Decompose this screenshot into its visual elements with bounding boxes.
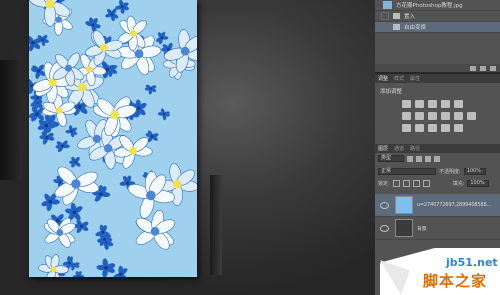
selective-color-icon[interactable] xyxy=(454,124,463,132)
pixel-filter-icon[interactable] xyxy=(407,155,413,162)
layer-name: 背景 xyxy=(417,226,427,232)
layer-thumbnail xyxy=(395,196,413,214)
color-lookup-icon[interactable] xyxy=(467,112,476,120)
tab-properties[interactable]: 属性 xyxy=(410,75,420,82)
adjustment-icons-grid xyxy=(402,100,477,132)
history-item-free-transform[interactable]: 自由变换 xyxy=(375,22,500,33)
lock-all-icon[interactable] xyxy=(422,180,430,187)
history-checkbox-icon[interactable] xyxy=(381,12,389,20)
posterize-icon[interactable] xyxy=(415,124,424,132)
snapshot-thumbnail-icon xyxy=(383,1,392,9)
layer-row-placed-image[interactable]: u=2740772697,2899408588... xyxy=(375,194,500,217)
visibility-eye-icon[interactable] xyxy=(380,224,389,232)
opacity-label: 不透明度: xyxy=(439,169,461,175)
adjustments-panel: 调整 样式 属性 添加调整 xyxy=(375,74,500,144)
floral-pattern xyxy=(29,0,197,277)
layer-thumbnail xyxy=(395,219,413,237)
watermark-text: 脚本之家 xyxy=(423,272,488,290)
layer-filter-row: 类型 xyxy=(378,155,440,162)
history-item-label: 置入 xyxy=(404,14,416,20)
fill-label: 填充: xyxy=(452,181,465,187)
blend-opacity-row: 正常 不透明度: 100% xyxy=(378,168,486,175)
invert-icon[interactable] xyxy=(402,124,411,132)
lock-fill-row: 锁定: 填充: 100% xyxy=(378,180,490,187)
history-panel: 方花瓣Photoshop教程.jpg 置入 自由变换 xyxy=(375,0,500,72)
tab-channels[interactable]: 通道 xyxy=(394,145,404,152)
history-snapshot[interactable]: 方花瓣Photoshop教程.jpg xyxy=(375,0,500,11)
lock-position-icon[interactable] xyxy=(412,180,420,187)
adjustments-tabbar: 调整 样式 属性 xyxy=(375,74,500,83)
empty-slot xyxy=(467,100,476,108)
history-item-place[interactable]: 置入 xyxy=(375,11,500,22)
exposure-icon[interactable] xyxy=(441,100,450,108)
history-item-label: 自由变换 xyxy=(404,25,427,31)
trash-icon[interactable] xyxy=(490,65,496,71)
background-object-right xyxy=(210,175,222,275)
history-snapshot-label: 方花瓣Photoshop教程.jpg xyxy=(396,3,463,9)
tab-paths[interactable]: 路径 xyxy=(410,145,420,152)
channel-mixer-icon[interactable] xyxy=(454,112,463,120)
vibrance-icon[interactable] xyxy=(454,100,463,108)
new-document-icon[interactable] xyxy=(470,65,476,71)
canvas-area[interactable] xyxy=(0,0,375,295)
adjustment-filter-icon[interactable] xyxy=(416,155,422,162)
brightness-icon[interactable] xyxy=(402,100,411,108)
opacity-input[interactable]: 100% xyxy=(463,168,486,175)
threshold-icon[interactable] xyxy=(428,124,437,132)
gradient-map-icon[interactable] xyxy=(441,124,450,132)
tab-layers[interactable]: 图层 xyxy=(378,145,388,152)
lock-label: 锁定: xyxy=(378,181,390,187)
floral-document-image[interactable] xyxy=(29,0,197,277)
watermark-site: jb51.net xyxy=(446,256,498,269)
kind-filter-select[interactable]: 类型 xyxy=(378,155,404,162)
layer-row-background[interactable]: 背景 xyxy=(375,217,500,240)
camera-icon[interactable] xyxy=(480,65,486,71)
shape-filter-icon[interactable] xyxy=(434,155,440,162)
adjustments-title: 添加调整 xyxy=(380,89,403,95)
blend-mode-select[interactable]: 正常 xyxy=(378,168,436,175)
hue-saturation-icon[interactable] xyxy=(402,112,411,120)
black-white-icon[interactable] xyxy=(428,112,437,120)
curves-icon[interactable] xyxy=(428,100,437,108)
history-step-icon xyxy=(393,13,400,19)
fill-input[interactable]: 100% xyxy=(467,180,490,187)
layer-name: u=2740772697,2899408588... xyxy=(417,202,492,208)
lock-image-icon[interactable] xyxy=(402,180,410,187)
tab-adjustments[interactable]: 调整 xyxy=(378,75,388,82)
layers-tabbar: 图层 通道 路径 xyxy=(375,144,500,153)
tab-styles[interactable]: 样式 xyxy=(394,75,404,82)
color-balance-icon[interactable] xyxy=(415,112,424,120)
history-panel-footer xyxy=(375,64,500,72)
visibility-eye-icon[interactable] xyxy=(380,201,389,209)
type-filter-icon[interactable] xyxy=(425,155,431,162)
lock-transparent-icon[interactable] xyxy=(392,180,400,187)
photo-filter-icon[interactable] xyxy=(441,112,450,120)
history-step-icon xyxy=(393,24,400,30)
background-object-left xyxy=(0,60,22,180)
levels-icon[interactable] xyxy=(415,100,424,108)
history-checkbox-icon[interactable] xyxy=(381,23,389,31)
